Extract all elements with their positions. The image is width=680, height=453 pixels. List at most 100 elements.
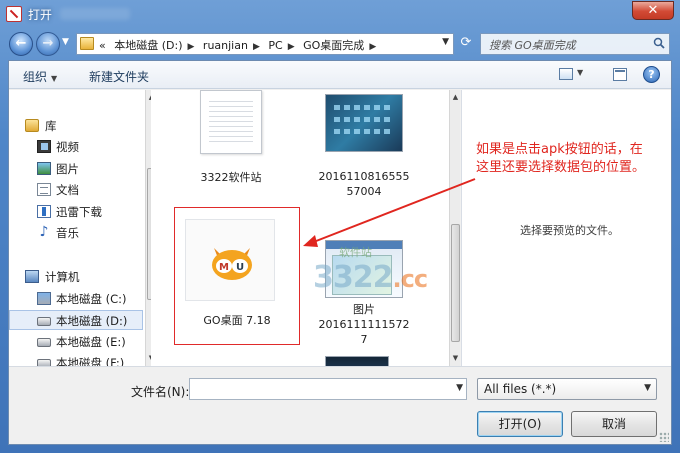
search-input[interactable]: 搜索 GO桌面完成 xyxy=(480,33,670,55)
nav-label: 文档 xyxy=(56,183,79,197)
nav-label: 本地磁盘 (D:) xyxy=(56,314,128,328)
watermark-logo: 3322.cc xyxy=(313,260,429,295)
breadcrumb-overflow[interactable]: « xyxy=(99,39,106,52)
annotation-line: 如果是点击apk按钮的话，在 xyxy=(476,142,643,157)
nav-item-computer[interactable]: 计算机 xyxy=(9,267,143,287)
watermark-suffix: .cc xyxy=(392,265,429,293)
file-dialog-footer: 文件名(N): ▼ All files (*.*) ▼ 打开(O) 取消 xyxy=(9,366,671,444)
nav-label: 库 xyxy=(45,119,57,133)
drive-icon xyxy=(37,338,51,347)
svg-text:M: M xyxy=(219,262,229,273)
nav-label: 计算机 xyxy=(45,270,80,284)
help-icon[interactable]: ? xyxy=(643,66,660,83)
file-name: 57004 xyxy=(346,185,382,198)
nav-item-documents[interactable]: 文档 xyxy=(9,180,143,200)
breadcrumb-separator-icon[interactable]: ▶ xyxy=(253,42,260,52)
filename-label: 文件名(N): xyxy=(131,385,190,399)
address-dropdown-icon[interactable]: ▼ xyxy=(442,37,449,47)
breadcrumb-item[interactable]: 本地磁盘 (D:) xyxy=(114,39,182,52)
chevron-down-icon: ▼ xyxy=(51,74,58,83)
address-bar[interactable]: « 本地磁盘 (D:) ▶ ruanjian ▶ PC ▶ GO桌面完成 ▶ ▼ xyxy=(76,33,454,55)
open-button[interactable]: 打开(O) xyxy=(477,411,563,437)
address-row: ← → ▼ « 本地磁盘 (D:) ▶ ruanjian ▶ PC ▶ GO桌面完成 ▶… xyxy=(0,28,680,60)
breadcrumb-separator-icon[interactable]: ▶ xyxy=(288,42,295,52)
music-note-icon: ♪ xyxy=(39,224,49,240)
nav-item-downloads[interactable]: 迅雷下载 xyxy=(9,202,143,222)
nav-item-drive-e[interactable]: 本地磁盘 (E:) xyxy=(9,332,143,352)
preview-empty-message: 选择要预览的文件。 xyxy=(520,224,619,237)
view-options-dropdown[interactable]: ▼ xyxy=(577,68,583,77)
video-icon xyxy=(37,140,51,153)
nav-label: 本地磁盘 (F:) xyxy=(56,356,125,366)
resize-grip-icon[interactable] xyxy=(659,432,669,442)
cancel-button[interactable]: 取消 xyxy=(571,411,657,437)
watermark-subtext: 软件站 xyxy=(339,246,372,259)
new-folder-button[interactable]: 新建文件夹 xyxy=(89,68,149,85)
go-launcher-cat-icon: M U xyxy=(212,248,252,280)
scroll-thumb[interactable] xyxy=(451,224,460,342)
annotation-text: 如果是点击apk按钮的话，在 这里还要选择数据包的位置。 xyxy=(476,141,676,177)
computer-icon xyxy=(25,270,39,283)
forward-button[interactable]: → xyxy=(36,32,60,56)
change-view-icon[interactable] xyxy=(559,68,573,80)
file-name: 3322软件站 xyxy=(200,171,262,184)
nav-label: 本地磁盘 (E:) xyxy=(56,335,126,349)
annotation-line: 这里还要选择数据包的位置。 xyxy=(476,160,646,175)
folder-icon xyxy=(80,37,94,50)
breadcrumb-separator-icon[interactable]: ▶ xyxy=(188,42,195,52)
organize-label: 组织 xyxy=(23,70,48,84)
file-name: 7 xyxy=(360,333,368,346)
nav-label: 迅雷下载 xyxy=(56,205,102,219)
library-icon xyxy=(25,119,39,132)
breadcrumb-separator-icon[interactable]: ▶ xyxy=(369,42,376,52)
file-list-scrollbar[interactable]: ▲ ▼ xyxy=(449,90,460,366)
preview-pane-toggle-icon[interactable] xyxy=(613,68,627,81)
title-bar: 打开 ✕ xyxy=(0,0,680,28)
file-name: GO桌面 7.18 xyxy=(203,314,271,327)
filetype-value: All files (*.*) xyxy=(484,382,557,396)
nav-item-videos[interactable]: 视频 xyxy=(9,137,143,157)
scroll-down-icon[interactable]: ▼ xyxy=(451,354,460,363)
scroll-up-icon[interactable]: ▲ xyxy=(451,93,460,102)
nav-label: 本地磁盘 (C:) xyxy=(56,292,127,306)
breadcrumb-item[interactable]: PC xyxy=(268,39,282,52)
nav-item-drive-c[interactable]: 本地磁盘 (C:) xyxy=(9,289,143,309)
window-title: 打开 xyxy=(28,8,53,22)
nav-item-pictures[interactable]: 图片 xyxy=(9,159,143,179)
chevron-down-icon: ▼ xyxy=(644,383,651,393)
breadcrumb-item[interactable]: GO桌面完成 xyxy=(303,39,364,52)
nav-item-music[interactable]: ♪ 音乐 xyxy=(9,223,143,243)
image-thumbnail[interactable] xyxy=(325,356,389,366)
dialog-body: 组织 ▼ 新建文件夹 ▼ ? 库 视频 图片 文档 迅雷下载 ♪ 音乐 计算机 … xyxy=(8,60,672,445)
close-button[interactable]: ✕ xyxy=(632,1,674,20)
search-icon[interactable] xyxy=(653,37,665,49)
chevron-down-icon[interactable]: ▼ xyxy=(456,383,463,393)
download-icon xyxy=(37,205,51,218)
nav-item-drive-f[interactable]: 本地磁盘 (F:) xyxy=(9,353,143,366)
document-icon xyxy=(200,90,262,154)
navigation-pane: 库 视频 图片 文档 迅雷下载 ♪ 音乐 计算机 本地磁盘 (C:) 本地磁盘 … xyxy=(9,90,147,366)
nav-item-drive-d[interactable]: 本地磁盘 (D:) xyxy=(9,310,143,330)
system-drive-icon xyxy=(37,292,51,305)
nav-item-library[interactable]: 库 xyxy=(9,116,143,136)
drive-icon xyxy=(37,359,51,366)
refresh-button[interactable]: ⟳ xyxy=(456,35,476,53)
toolbar: 组织 ▼ 新建文件夹 ▼ ? xyxy=(9,61,671,89)
filename-input[interactable]: ▼ xyxy=(189,378,467,400)
recent-pages-dropdown[interactable]: ▼ xyxy=(62,37,69,47)
filetype-select[interactable]: All files (*.*) ▼ xyxy=(477,378,657,400)
image-thumbnail xyxy=(325,94,403,152)
file-name: 2016111111572 xyxy=(318,318,410,331)
nav-label: 图片 xyxy=(56,162,79,176)
title-blurred-region xyxy=(60,8,130,20)
nav-label: 音乐 xyxy=(56,226,79,240)
file-item[interactable]: 3322软件站 xyxy=(181,90,281,194)
back-button[interactable]: ← xyxy=(9,32,33,56)
organize-button[interactable]: 组织 ▼ xyxy=(23,68,57,85)
file-item-selected[interactable]: M U GO桌面 7.18 xyxy=(175,211,299,349)
svg-text:U: U xyxy=(236,262,244,273)
breadcrumb: « 本地磁盘 (D:) ▶ ruanjian ▶ PC ▶ GO桌面完成 ▶ xyxy=(99,37,381,53)
breadcrumb-item[interactable]: ruanjian xyxy=(203,39,248,52)
picture-icon xyxy=(37,162,51,175)
file-item[interactable]: 2016110816555 57004 xyxy=(309,90,419,210)
